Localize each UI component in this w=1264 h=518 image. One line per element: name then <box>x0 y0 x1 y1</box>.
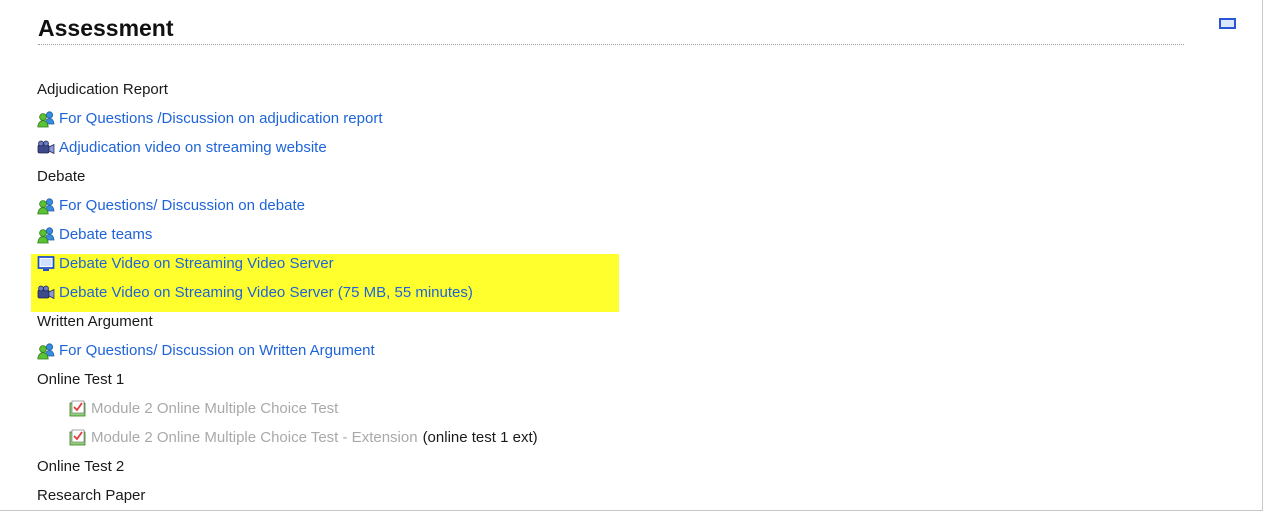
forum-users-icon <box>37 110 55 128</box>
subsection-label: Written Argument <box>37 313 153 330</box>
section-title: Assessment <box>38 15 174 41</box>
subsection-label: Research Paper <box>37 487 146 504</box>
forum-users-icon <box>37 197 55 215</box>
activity-row: Debate Video on Streaming Video Server <box>37 249 1217 278</box>
subsection-label-row: Online Test 2 <box>37 452 1217 481</box>
subsection-label-row: Online Test 1 <box>37 365 1217 394</box>
activity-link[interactable]: For Questions /Discussion on adjudicatio… <box>59 110 383 127</box>
activity-link[interactable]: Module 2 Online Multiple Choice Test - E… <box>91 429 418 446</box>
activity-link[interactable]: For Questions/ Discussion on Written Arg… <box>59 342 375 359</box>
subsection-label: Debate <box>37 168 86 185</box>
activity-row: Adjudication video on streaming website <box>37 133 1217 162</box>
video-camera-icon <box>37 284 55 302</box>
activity-row: Debate teams <box>37 220 1217 249</box>
subsection-label-row: Written Argument <box>37 307 1217 336</box>
activity-list: Adjudication Report For Questions /Discus… <box>37 75 1217 510</box>
activity-row: Debate Video on Streaming Video Server (… <box>37 278 1217 307</box>
activity-row: For Questions /Discussion on adjudicatio… <box>37 104 1217 133</box>
activity-note: (online test 1 ext) <box>422 429 538 446</box>
activity-row: For Questions/ Discussion on debate <box>37 191 1217 220</box>
assessment-section: Assessment Adjudication Report For Questi… <box>0 0 1263 511</box>
monitor-icon <box>37 255 55 273</box>
activity-link[interactable]: For Questions/ Discussion on debate <box>59 197 305 214</box>
quiz-icon <box>69 429 87 447</box>
activity-row: Module 2 Online Multiple Choice Test - E… <box>37 423 1217 452</box>
subsection-label: Adjudication Report <box>37 81 168 98</box>
activity-link[interactable]: Module 2 Online Multiple Choice Test <box>91 400 338 417</box>
activity-link[interactable]: Debate Video on Streaming Video Server <box>59 255 334 272</box>
forum-users-icon <box>37 342 55 360</box>
activity-row: Module 2 Online Multiple Choice Test <box>37 394 1217 423</box>
activity-link[interactable]: Debate Video on Streaming Video Server (… <box>59 284 473 301</box>
subsection-label-row: Research Paper <box>37 481 1217 510</box>
subsection-label: Online Test 1 <box>37 371 125 388</box>
subsection-label-row: Debate <box>37 162 1217 191</box>
subsection-label: Online Test 2 <box>37 458 125 475</box>
subsection-label-row: Adjudication Report <box>37 75 1217 104</box>
activity-link[interactable]: Adjudication video on streaming website <box>59 139 327 156</box>
window-toggle-icon[interactable] <box>1219 18 1236 29</box>
video-camera-icon <box>37 139 55 157</box>
activity-row: For Questions/ Discussion on Written Arg… <box>37 336 1217 365</box>
forum-users-icon <box>37 226 55 244</box>
activity-link[interactable]: Debate teams <box>59 226 152 243</box>
quiz-icon <box>69 400 87 418</box>
section-header: Assessment <box>38 12 1184 45</box>
